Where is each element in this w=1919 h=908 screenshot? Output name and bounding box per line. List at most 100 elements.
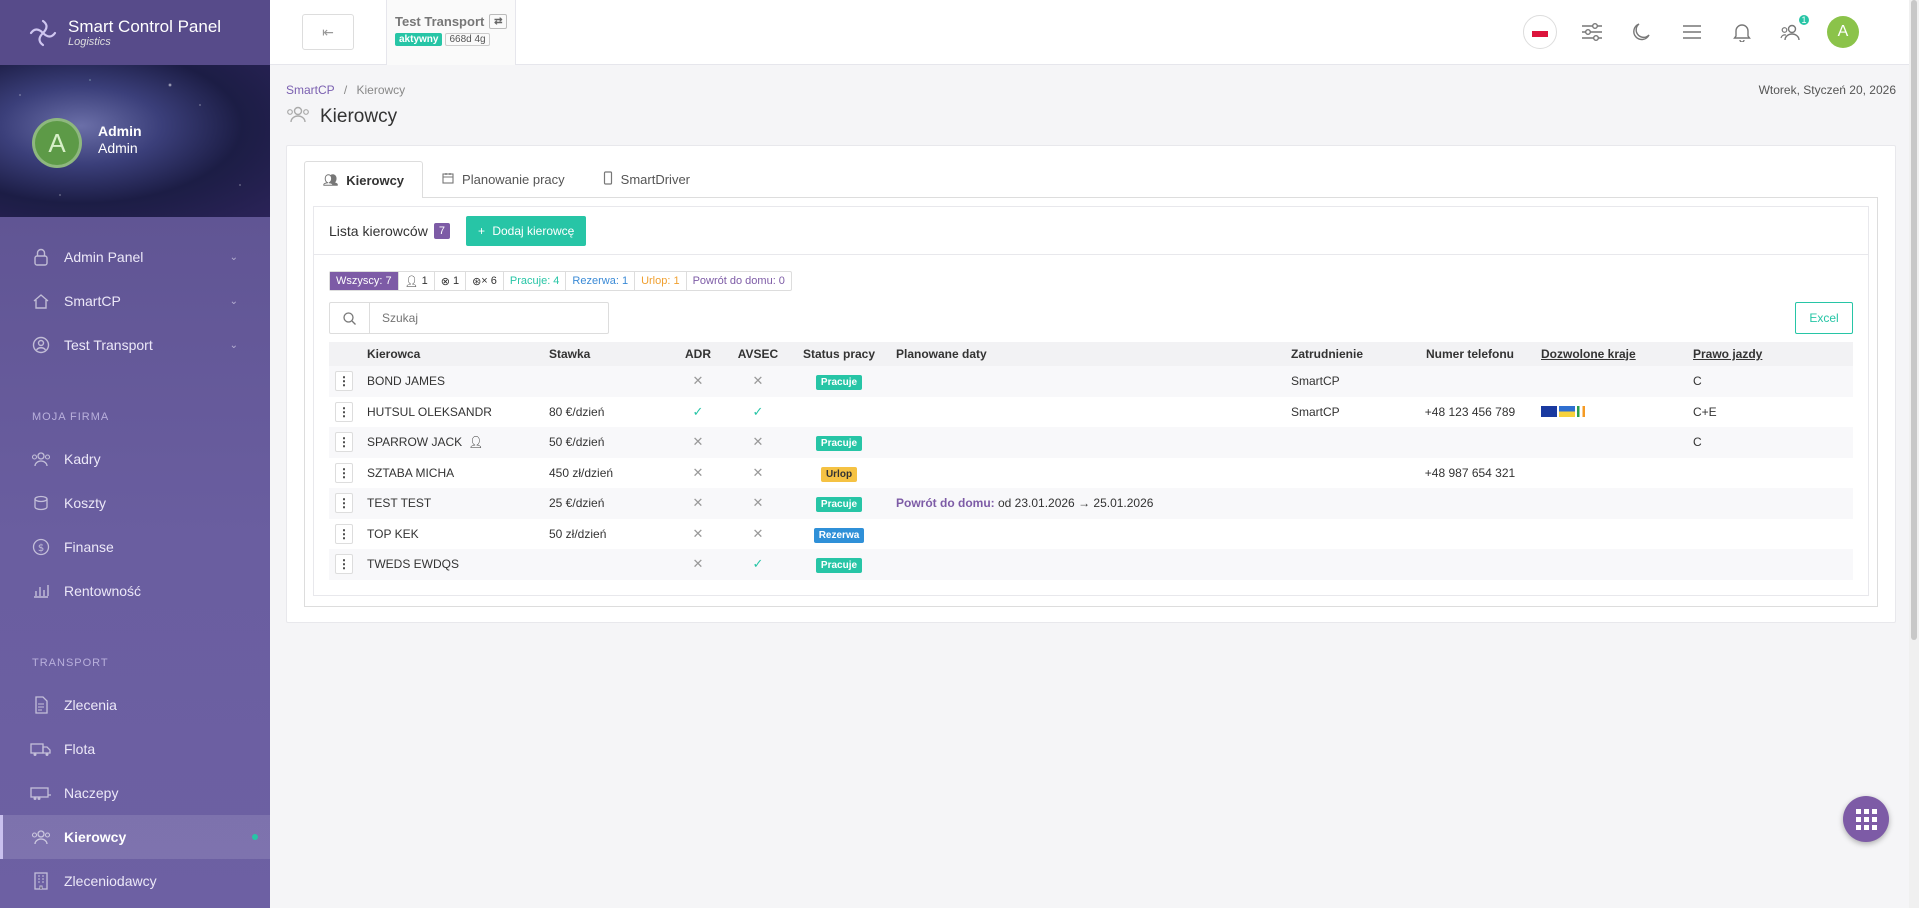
col-status[interactable]: Status pracy [788,342,890,366]
phone-cell [1405,366,1535,397]
language-flag-icon[interactable] [1523,15,1557,49]
countries-cell [1535,458,1687,489]
blocked-icon: ⊗ [440,275,450,288]
row-actions-cell: ⋮ [329,397,361,428]
row-menu-button[interactable]: ⋮ [335,462,353,483]
employment-cell [1285,427,1405,458]
adr-cell: ✕ [668,366,728,397]
col-adr[interactable]: ADR [668,342,728,366]
status-badge: Pracuje [815,497,863,513]
col-license[interactable]: Prawo jazdy [1687,342,1853,366]
dark-mode-moon-icon[interactable] [1627,15,1657,49]
excel-export-button[interactable]: Excel [1795,302,1853,334]
col-planned-dates[interactable]: Planowane daty [890,342,1285,366]
apps-grid-button[interactable] [1843,796,1889,842]
col-avsec[interactable]: AVSEC [728,342,788,366]
table-row[interactable]: ⋮ TWEDS EWDQS ✕ ✓ Pracuje [329,549,1853,580]
cross-icon: ✕ [692,556,704,572]
sidebar-item-kierowcy[interactable]: Kierowcy [0,815,270,859]
driver-name[interactable]: TOP KEK [367,527,419,541]
col-phone[interactable]: Numer telefonu [1405,342,1535,366]
sidebar-item-koszty[interactable]: Koszty [0,481,270,525]
filter-no-app[interactable]: ⊛ × 6 [466,272,504,290]
status-badge: Rezerwa [813,527,865,543]
driver-name-cell: TEST TEST [361,488,543,519]
brand[interactable]: Smart Control Panel Logistics [0,0,270,65]
driver-name[interactable]: SZTABA MICHA [367,466,454,480]
phone-cell [1405,427,1535,458]
sidebar-item-flota[interactable]: Flota [0,727,270,771]
col-countries[interactable]: Dozwolone kraje [1535,342,1687,366]
col-employment[interactable]: Zatrudnienie [1285,342,1405,366]
driver-name[interactable]: TWEDS EWDQS [367,557,459,571]
drivers-list-panel: Lista kierowców 7 + Dodaj kierowcę Wszys… [313,206,1869,596]
driver-name[interactable]: TEST TEST [367,496,431,510]
sidebar-item-zleceniodawcy[interactable]: Zleceniodawcy [0,859,270,903]
status-cell: Pracuje [788,366,890,397]
filter-all[interactable]: Wszyscy: 7 [330,272,399,290]
cross-icon: ✕ [692,434,704,450]
filter-home[interactable]: Powrót do domu: 0 [687,272,791,290]
users-icon [30,828,52,846]
row-menu-button[interactable]: ⋮ [335,493,353,514]
row-menu-button[interactable]: ⋮ [335,401,353,422]
sidebar-item-naczepy[interactable]: Naczepy [0,771,270,815]
planned-dates-cell [890,397,1285,428]
page-scrollbar[interactable] [1909,0,1919,908]
add-driver-button[interactable]: + Dodaj kierowcę [465,215,587,246]
drivers-list-header: Lista kierowców 7 + Dodaj kierowcę [314,207,1868,255]
planned-dates-cell [890,427,1285,458]
table-row[interactable]: ⋮ BOND JAMES ✕ ✕ Pracuje SmartCP C [329,366,1853,397]
sidebar-item-kadry[interactable]: Kadry [0,437,270,481]
driver-name[interactable]: SPARROW JACK [367,435,462,449]
profile-avatar[interactable]: A [32,118,82,168]
user-avatar[interactable]: A [1827,16,1859,48]
company-switcher[interactable]: Test Transport ⇄ aktywny 668d 4g [386,0,516,65]
lock-icon [30,248,52,266]
users-notification-icon[interactable]: 1 [1777,13,1811,49]
rate-cell: 50 €/dzień [543,427,668,458]
sidebar-item-finanse[interactable]: $ Finanse [0,525,270,569]
col-rate[interactable]: Stawka [543,342,668,366]
collapse-sidebar-button[interactable]: ⇤ [302,14,354,50]
filter-reserve[interactable]: Rezerwa: 1 [566,272,636,290]
filter-working[interactable]: Pracuje: 4 [504,272,567,290]
sidebar-item-rentownosc[interactable]: Rentowność [0,569,270,613]
row-menu-button[interactable]: ⋮ [335,554,353,575]
sidebar-item-zlecenia[interactable]: Zlecenia [0,683,270,727]
planned-dates-cell: Powrót do domu: od 23.01.2026 → 25.01.20… [890,488,1285,519]
table-row[interactable]: ⋮ HUTSUL OLEKSANDR 80 €/dzień ✓ ✓ SmartCP +48 … [329,397,1853,428]
tab-smartdriver[interactable]: SmartDriver [584,161,709,197]
bell-icon[interactable] [1727,15,1757,49]
menu-hamburger-icon[interactable] [1677,15,1707,49]
filter-with-user[interactable]: 👤︎ 1 [399,272,435,290]
table-row[interactable]: ⋮ TOP KEK 50 zł/dzień ✕ ✕ Rezerwa [329,519,1853,550]
sidebar-item-test-transport[interactable]: Test Transport ⌄ [0,323,270,367]
row-actions-cell: ⋮ [329,549,361,580]
driver-name[interactable]: BOND JAMES [367,374,445,388]
sidebar-item-label: Zlecenia [64,697,117,713]
sliders-icon[interactable] [1577,15,1607,49]
row-menu-button[interactable]: ⋮ [335,523,353,544]
status-cell: Pracuje [788,427,890,458]
tab-planowanie-pracy[interactable]: Planowanie pracy [423,161,584,197]
status-badge: Pracuje [815,558,863,574]
search-input[interactable] [370,303,600,333]
breadcrumb-root-link[interactable]: SmartCP [286,83,334,97]
filter-blocked[interactable]: ⊗ 1 [435,272,467,290]
table-row[interactable]: ⋮ TEST TEST 25 €/dzień ✕ ✕ Pracuje Powrót do d… [329,488,1853,519]
chevron-down-icon: ⌄ [229,251,238,263]
row-menu-button[interactable]: ⋮ [335,371,353,392]
mobile-phone-icon [603,171,613,188]
employment-cell [1285,519,1405,550]
switch-company-icon[interactable]: ⇄ [489,14,508,29]
row-menu-button[interactable]: ⋮ [335,432,353,453]
col-driver[interactable]: Kierowca [361,342,543,366]
sidebar-item-smartcp[interactable]: SmartCP ⌄ [0,279,270,323]
table-row[interactable]: ⋮ SPARROW JACK 👤︎ 50 €/dzień ✕ ✕ Pracuje C [329,427,1853,458]
driver-name[interactable]: HUTSUL OLEKSANDR [367,405,492,419]
filter-leave[interactable]: Urlop: 1 [635,272,687,290]
table-row[interactable]: ⋮ SZTABA MICHA 450 zł/dzień ✕ ✕ Urlop +48 987 … [329,458,1853,489]
tab-kierowcy[interactable]: 👥︎ Kierowcy [304,161,424,198]
sidebar-item-admin-panel[interactable]: Admin Panel ⌄ [0,235,270,279]
